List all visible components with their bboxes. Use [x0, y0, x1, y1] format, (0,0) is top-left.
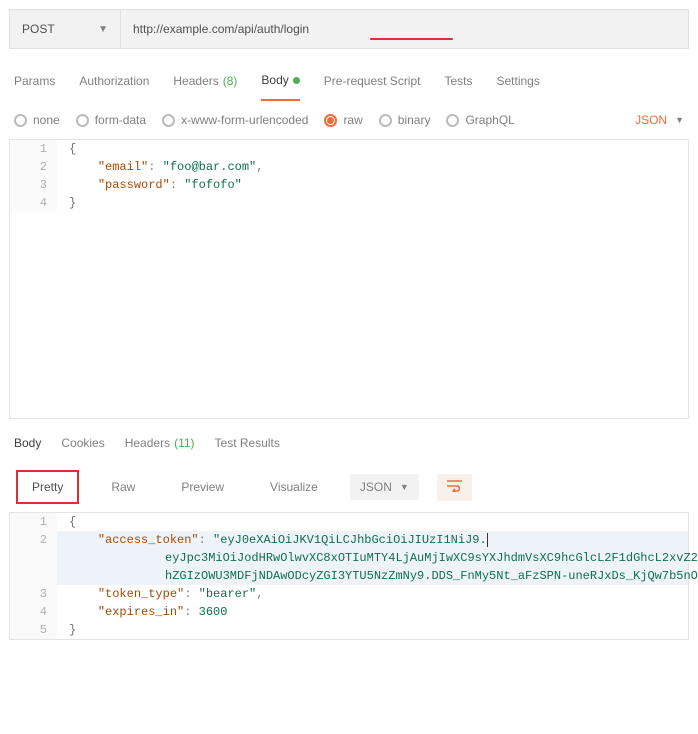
url-text: http://example.com/api/auth/login [133, 22, 309, 36]
radio-raw[interactable]: raw [324, 113, 362, 127]
resp-tab-headers-label: Headers [125, 436, 170, 450]
chevron-down-icon: ▼ [400, 482, 409, 492]
code-line: } [57, 194, 76, 212]
line-number: 2 [10, 158, 57, 176]
view-preview[interactable]: Preview [167, 472, 238, 502]
radio-x-www[interactable]: x-www-form-urlencoded [162, 113, 308, 127]
line-number: 1 [10, 513, 57, 531]
radio-binary-label: binary [398, 113, 431, 127]
tab-headers-count: (8) [223, 74, 238, 88]
view-options-bar: Pretty Raw Preview Visualize JSON ▼ [0, 462, 698, 512]
resp-tab-headers[interactable]: Headers (11) [125, 432, 195, 462]
radio-raw-label: raw [343, 113, 362, 127]
code-line: { [57, 140, 76, 158]
response-body-editor[interactable]: 1 { 2 "access_token": "eyJ0eXAiOiJKV1QiL… [9, 512, 689, 640]
code-line: "expires_in": 3600 [57, 603, 227, 621]
request-tabs: Params Authorization Headers (8) Body Pr… [0, 49, 698, 101]
tab-headers-label: Headers [173, 74, 218, 88]
line-number [10, 549, 57, 567]
resp-tab-headers-count: (11) [174, 436, 194, 450]
response-type-select[interactable]: JSON ▼ [350, 474, 419, 500]
chevron-down-icon: ▼ [675, 115, 684, 125]
view-visualize[interactable]: Visualize [256, 472, 332, 502]
tab-settings[interactable]: Settings [497, 67, 540, 101]
radio-graphql-label: GraphQL [465, 113, 514, 127]
tab-headers[interactable]: Headers (8) [173, 67, 237, 101]
radio-graphql[interactable]: GraphQL [446, 113, 514, 127]
resp-tab-test-results[interactable]: Test Results [215, 432, 280, 462]
resp-tab-cookies[interactable]: Cookies [61, 432, 104, 462]
radio-icon [14, 114, 27, 127]
radio-form-data[interactable]: form-data [76, 113, 146, 127]
radio-icon [379, 114, 392, 127]
request-body-editor[interactable]: 1 { 2 "email": "foo@bar.com", 3 "passwor… [9, 139, 689, 419]
line-number: 4 [10, 194, 57, 212]
line-number: 2 [10, 531, 57, 549]
code-line: "password": "fofofo" [57, 176, 242, 194]
code-line: { [57, 513, 76, 531]
body-type-options: none form-data x-www-form-urlencoded raw… [0, 101, 698, 139]
line-number: 4 [10, 603, 57, 621]
code-line: "email": "foo@bar.com", [57, 158, 263, 176]
content-type-label: JSON [635, 113, 667, 127]
tab-authorization[interactable]: Authorization [79, 67, 149, 101]
radio-icon [446, 114, 459, 127]
code-line: "access_token": "eyJ0eXAiOiJKV1QiLCJhbGc… [57, 531, 487, 549]
url-input[interactable]: http://example.com/api/auth/login [121, 9, 689, 49]
line-number: 1 [10, 140, 57, 158]
line-number: 5 [10, 621, 57, 639]
response-type-label: JSON [360, 480, 392, 494]
request-bar: POST ▼ http://example.com/api/auth/login [9, 9, 689, 49]
resp-tab-body[interactable]: Body [14, 432, 41, 462]
code-line: "token_type": "bearer", [57, 585, 263, 603]
tab-tests[interactable]: Tests [444, 67, 472, 101]
line-number: 3 [10, 585, 57, 603]
radio-binary[interactable]: binary [379, 113, 431, 127]
code-line: hZGIzOWU3MDFjNDAwODcyZGI3YTU5NzZmNy9.DDS… [57, 567, 698, 585]
modified-dot-icon [293, 77, 300, 84]
wrap-toggle-button[interactable] [437, 474, 472, 501]
radio-icon [162, 114, 175, 127]
radio-icon [76, 114, 89, 127]
radio-icon-checked [324, 114, 337, 127]
tab-body-label: Body [261, 73, 288, 87]
tab-pre-request[interactable]: Pre-request Script [324, 67, 421, 101]
view-raw[interactable]: Raw [97, 472, 149, 502]
method-select[interactable]: POST ▼ [9, 9, 121, 49]
radio-form-data-label: form-data [95, 113, 146, 127]
chevron-down-icon: ▼ [98, 24, 108, 35]
view-pretty[interactable]: Pretty [16, 470, 79, 504]
code-line: eyJpc3MiOiJodHRwOlwvXC8xOTIuMTY4LjAuMjIw… [57, 549, 698, 567]
tab-body[interactable]: Body [261, 67, 299, 101]
line-wrap-icon [447, 480, 462, 492]
url-highlight [370, 38, 453, 40]
line-number [10, 567, 57, 585]
code-line: } [57, 621, 76, 639]
radio-x-www-label: x-www-form-urlencoded [181, 113, 308, 127]
response-tabs: Body Cookies Headers (11) Test Results [0, 419, 698, 462]
content-type-select[interactable]: JSON ▼ [635, 113, 684, 127]
radio-none[interactable]: none [14, 113, 60, 127]
method-label: POST [22, 22, 55, 36]
radio-none-label: none [33, 113, 60, 127]
tab-params[interactable]: Params [14, 67, 55, 101]
line-number: 3 [10, 176, 57, 194]
